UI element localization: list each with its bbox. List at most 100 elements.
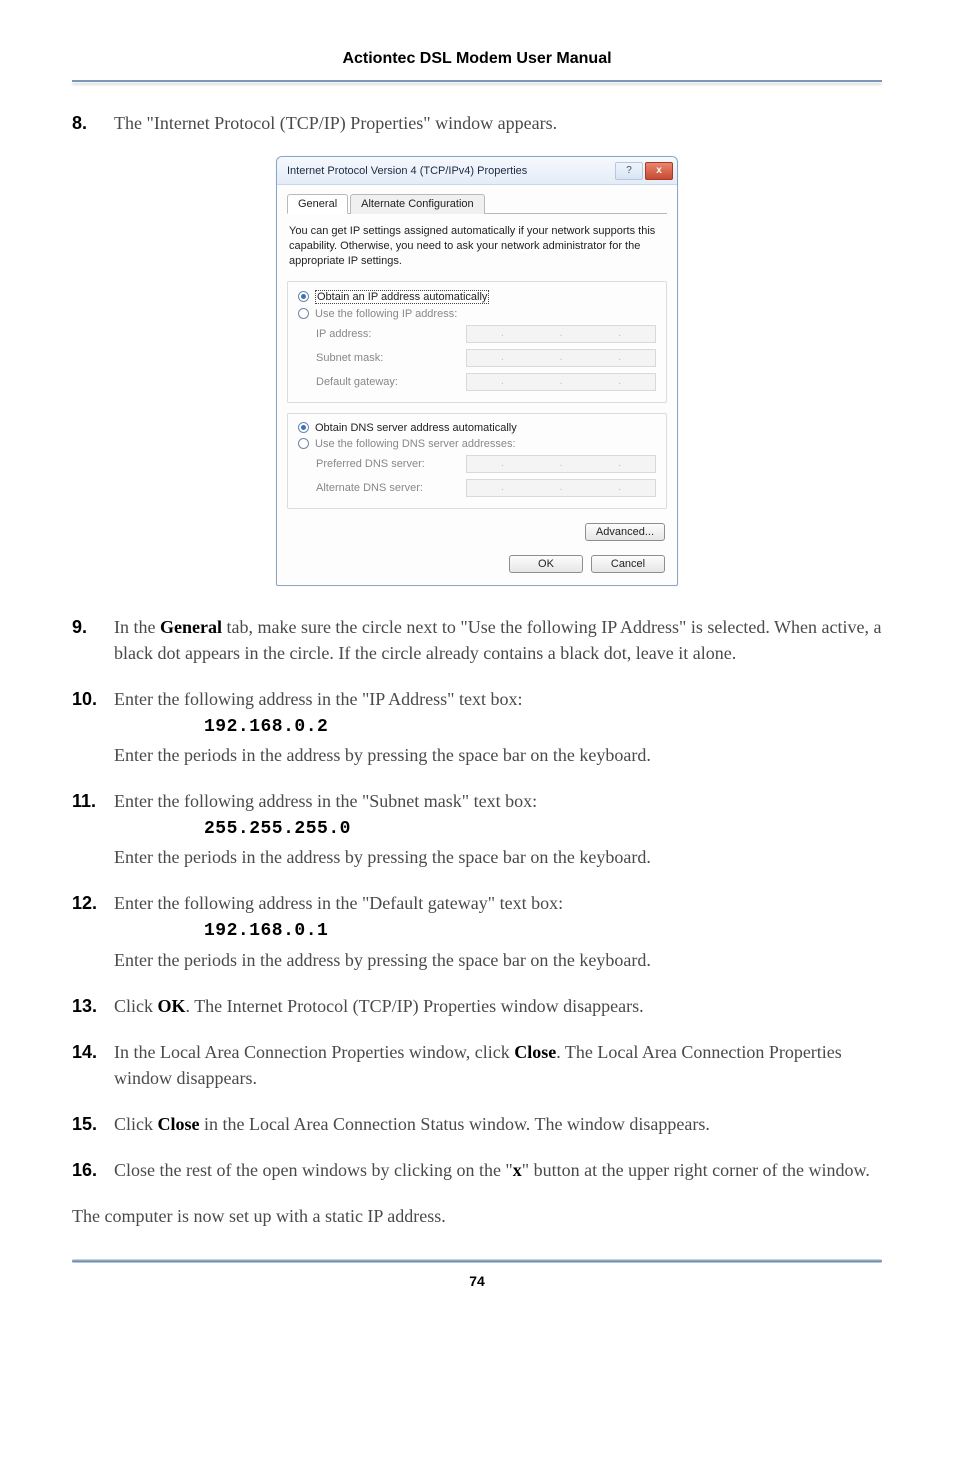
close-button[interactable]: x (645, 162, 673, 180)
step-9: 9. In the General tab, make sure the cir… (72, 614, 882, 666)
step-8: 8. The "Internet Protocol (TCP/IP) Prope… (72, 110, 882, 136)
step-number: 16. (72, 1157, 114, 1183)
step-text: Enter the following address in the "IP A… (114, 686, 882, 768)
dialog-screenshot: Internet Protocol Version 4 (TCP/IPv4) P… (72, 156, 882, 586)
radio-use-following-dns[interactable]: Use the following DNS server addresses: (294, 436, 660, 452)
field-label: Preferred DNS server: (316, 458, 466, 470)
dialog-titlebar: Internet Protocol Version 4 (TCP/IPv4) P… (277, 157, 677, 185)
step-number: 11. (72, 788, 114, 870)
bold-text: OK (158, 996, 186, 1016)
step-number: 12. (72, 890, 114, 972)
step-number: 13. (72, 993, 114, 1019)
step-text: Enter the following address in the "Subn… (114, 788, 882, 870)
field-label: Default gateway: (316, 376, 466, 388)
radio-icon (298, 422, 309, 433)
ip-address-input[interactable]: ... (466, 325, 656, 343)
field-subnet-mask: Subnet mask: ... (294, 346, 660, 370)
text-fragment: " button at the upper right corner of th… (522, 1160, 870, 1180)
step-text: In the General tab, make sure the circle… (114, 614, 882, 666)
text-fragment: tab, make sure the circle next to "Use t… (114, 617, 881, 663)
default-gateway-input[interactable]: ... (466, 373, 656, 391)
subnet-mask-input[interactable]: ... (466, 349, 656, 367)
ok-button[interactable]: OK (509, 555, 583, 573)
step-text: The "Internet Protocol (TCP/IP) Properti… (114, 110, 882, 136)
field-label: IP address: (316, 328, 466, 340)
step-16: 16. Close the rest of the open windows b… (72, 1157, 882, 1183)
radio-icon (298, 308, 309, 319)
text-line: Enter the periods in the address by pres… (114, 947, 882, 973)
step-number: 9. (72, 614, 114, 666)
dialog-description: You can get IP settings assigned automat… (287, 224, 667, 269)
field-alternate-dns: Alternate DNS server: ... (294, 476, 660, 500)
dns-groupbox: Obtain DNS server address automatically … (287, 413, 667, 509)
step-13: 13. Click OK. The Internet Protocol (TCP… (72, 993, 882, 1019)
code-line: 255.255.255.0 (114, 816, 882, 842)
ip-groupbox: Obtain an IP address automatically Use t… (287, 281, 667, 403)
radio-label: Obtain an IP address automatically (315, 290, 489, 304)
bold-text: Close (514, 1042, 556, 1062)
bold-text: Close (158, 1114, 200, 1134)
manual-header: Actiontec DSL Modem User Manual (72, 50, 882, 80)
radio-use-following-ip[interactable]: Use the following IP address: (294, 306, 660, 322)
text-line: Enter the periods in the address by pres… (114, 844, 882, 870)
titlebar-buttons: ? x (615, 162, 673, 180)
text-fragment: in the Local Area Connection Status wind… (200, 1114, 710, 1134)
step-text: Click OK. The Internet Protocol (TCP/IP)… (114, 993, 882, 1019)
step-number: 8. (72, 110, 114, 136)
preferred-dns-input[interactable]: ... (466, 455, 656, 473)
dialog-button-row: OK Cancel (287, 549, 667, 575)
step-number: 10. (72, 686, 114, 768)
step-12: 12. Enter the following address in the "… (72, 890, 882, 972)
bold-text: General (160, 617, 222, 637)
text-fragment: . The Internet Protocol (TCP/IP) Propert… (186, 996, 644, 1016)
radio-icon (298, 438, 309, 449)
step-text: Close the rest of the open windows by cl… (114, 1157, 882, 1183)
text-line: Enter the following address in the "Defa… (114, 890, 882, 916)
step-text: In the Local Area Connection Properties … (114, 1039, 882, 1091)
field-default-gateway: Default gateway: ... (294, 370, 660, 394)
dialog-body: General Alternate Configuration You can … (277, 185, 677, 585)
text-line: Enter the periods in the address by pres… (114, 742, 882, 768)
radio-label: Use the following IP address: (315, 308, 457, 320)
field-label: Alternate DNS server: (316, 482, 466, 494)
radio-label: Use the following DNS server addresses: (315, 438, 516, 450)
content-area: 8. The "Internet Protocol (TCP/IP) Prope… (72, 88, 882, 1229)
radio-obtain-dns-auto[interactable]: Obtain DNS server address automatically (294, 420, 660, 436)
ipv4-properties-dialog: Internet Protocol Version 4 (TCP/IPv4) P… (276, 156, 678, 586)
closing-paragraph: The computer is now set up with a static… (72, 1203, 882, 1229)
tab-general[interactable]: General (287, 194, 348, 214)
text-fragment: Click (114, 996, 158, 1016)
step-number: 14. (72, 1039, 114, 1091)
step-14: 14. In the Local Area Connection Propert… (72, 1039, 882, 1091)
text-fragment: Close the rest of the open windows by cl… (114, 1160, 513, 1180)
page-number: 74 (72, 1263, 882, 1319)
text-fragment: In the Local Area Connection Properties … (114, 1042, 514, 1062)
text-fragment: Click (114, 1114, 158, 1134)
step-text: Click Close in the Local Area Connection… (114, 1111, 882, 1137)
radio-label: Obtain DNS server address automatically (315, 422, 517, 434)
alternate-dns-input[interactable]: ... (466, 479, 656, 497)
advanced-button[interactable]: Advanced... (585, 523, 665, 541)
tab-strip: General Alternate Configuration (287, 193, 667, 214)
text-fragment: In the (114, 617, 160, 637)
tab-alternate[interactable]: Alternate Configuration (350, 194, 485, 214)
header-divider (72, 80, 882, 82)
code-line: 192.168.0.2 (114, 714, 882, 740)
cancel-button[interactable]: Cancel (591, 555, 665, 573)
step-10: 10. Enter the following address in the "… (72, 686, 882, 768)
step-text: Enter the following address in the "Defa… (114, 890, 882, 972)
radio-obtain-ip-auto[interactable]: Obtain an IP address automatically (294, 288, 660, 306)
step-11: 11. Enter the following address in the "… (72, 788, 882, 870)
dialog-title: Internet Protocol Version 4 (TCP/IPv4) P… (287, 165, 527, 177)
help-button[interactable]: ? (615, 162, 643, 180)
field-label: Subnet mask: (316, 352, 466, 364)
text-line: Enter the following address in the "Subn… (114, 788, 882, 814)
advanced-row: Advanced... (287, 519, 667, 549)
step-number: 15. (72, 1111, 114, 1137)
text-line: Enter the following address in the "IP A… (114, 686, 882, 712)
field-ip-address: IP address: ... (294, 322, 660, 346)
bold-text: x (513, 1160, 522, 1180)
radio-icon (298, 291, 309, 302)
step-15: 15. Click Close in the Local Area Connec… (72, 1111, 882, 1137)
page: Actiontec DSL Modem User Manual 8. The "… (0, 0, 954, 1349)
